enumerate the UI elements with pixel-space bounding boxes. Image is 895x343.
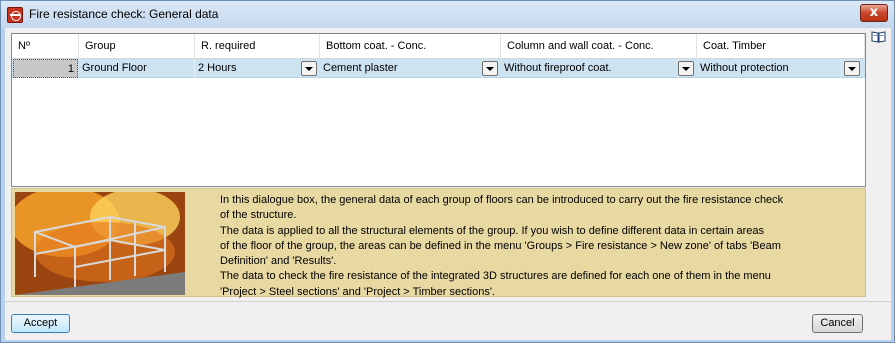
column-header-r-required[interactable]: R. required: [195, 34, 320, 59]
column-header-group[interactable]: Group: [79, 34, 195, 59]
close-button[interactable]: x: [860, 4, 888, 22]
title-bar[interactable]: Fire resistance check: General data x: [1, 1, 894, 28]
info-line: of the floor of the group, the areas can…: [220, 239, 781, 252]
info-panel: In this dialogue box, the general data o…: [11, 188, 866, 300]
fire-building-illustration: [15, 192, 185, 295]
dialog-body: Nº Group R. required Bottom coat. - Conc…: [5, 28, 891, 340]
cell-bottom-coat[interactable]: Cement plaster: [320, 59, 483, 78]
accept-button[interactable]: Accept: [11, 314, 70, 333]
app-icon: [7, 7, 23, 23]
cell-r-required[interactable]: 2 Hours: [195, 59, 302, 78]
info-line: In this dialogue box, the general data o…: [220, 194, 784, 206]
info-line: of the structure.: [220, 209, 297, 222]
bottom-coat-dropdown-button[interactable]: [482, 61, 498, 76]
column-wall-coat-dropdown-button[interactable]: [678, 61, 694, 76]
table-row[interactable]: 1 Ground Floor 2 Hours Cement plaster Wi…: [12, 59, 865, 78]
info-line: Definition' and 'Results'.: [220, 255, 337, 268]
info-line: 'Project > Steel sections' and 'Project …: [220, 285, 495, 298]
cell-number[interactable]: 1: [13, 59, 78, 78]
info-line: The data is applied to all the structura…: [220, 224, 765, 237]
table-header: Nº Group R. required Bottom coat. - Conc…: [12, 34, 865, 59]
r-required-dropdown-button[interactable]: [301, 61, 317, 76]
window-title: Fire resistance check: General data: [29, 7, 219, 21]
cell-group[interactable]: Ground Floor: [79, 59, 195, 78]
info-line: The data to check the fire resistance of…: [220, 270, 771, 283]
groups-table: Nº Group R. required Bottom coat. - Conc…: [11, 33, 866, 187]
cancel-button[interactable]: Cancel: [812, 314, 863, 333]
column-header-number[interactable]: Nº: [12, 34, 79, 59]
cell-coat-timber[interactable]: Without protection: [697, 59, 842, 78]
info-description: In this dialogue box, the general data o…: [220, 193, 860, 300]
cell-column-wall-coat[interactable]: Without fireproof coat.: [501, 59, 679, 78]
book-help-icon[interactable]: [871, 30, 886, 43]
coat-timber-dropdown-button[interactable]: [844, 61, 860, 76]
column-header-column-wall-coat[interactable]: Column and wall coat. - Conc.: [501, 34, 697, 59]
dialog-window: Fire resistance check: General data x Nº…: [0, 0, 895, 343]
footer-divider: [5, 301, 891, 302]
column-header-bottom-coat[interactable]: Bottom coat. - Conc.: [320, 34, 501, 59]
column-header-coat-timber[interactable]: Coat. Timber: [697, 34, 865, 59]
